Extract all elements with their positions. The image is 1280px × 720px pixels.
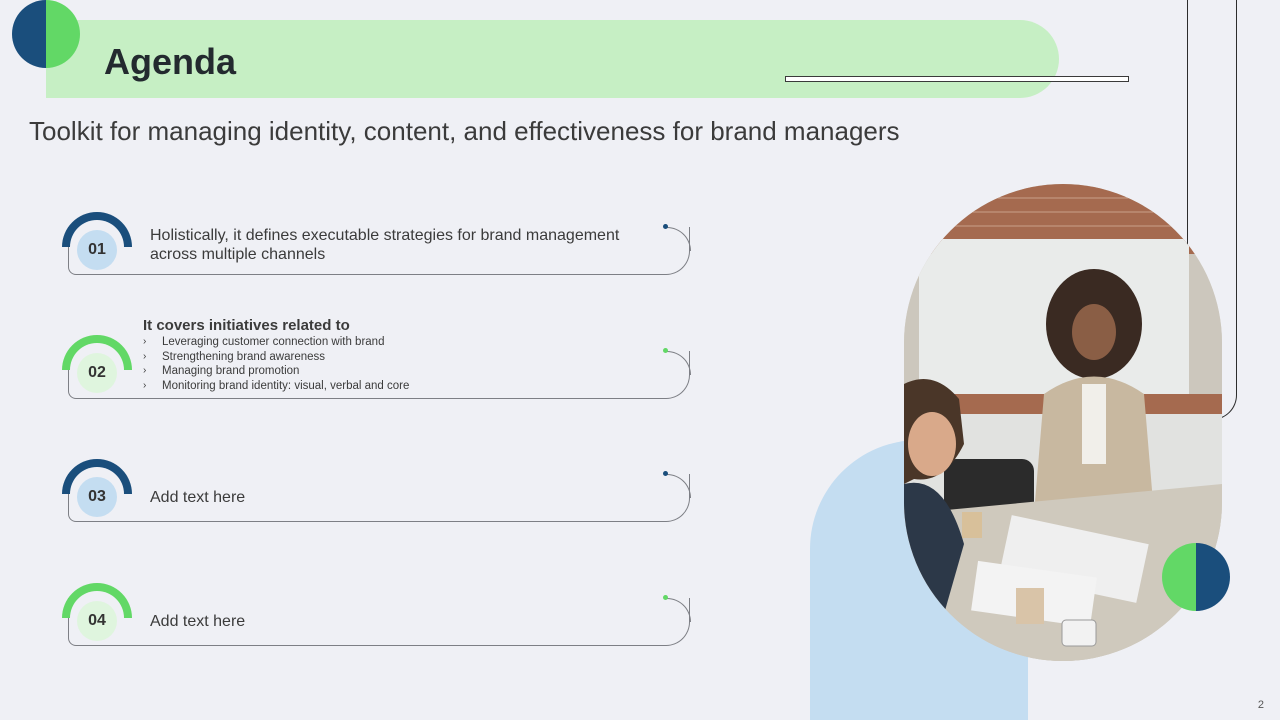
item-number-badge: 03 <box>77 477 117 517</box>
page-number: 2 <box>1257 699 1264 711</box>
split-circle-decoration-bottom <box>1162 543 1230 611</box>
agenda-item-text: Holistically, it defines executable stra… <box>150 227 620 263</box>
item-dot <box>663 348 668 353</box>
agenda-item-text: Add text here <box>150 489 246 506</box>
item-number-badge: 01 <box>77 230 117 270</box>
list-item: › Monitoring brand identity: visual, verb… <box>143 379 410 392</box>
item-number-badge: 02 <box>77 353 117 393</box>
item-dot <box>663 224 668 229</box>
item-dot <box>663 595 668 600</box>
list-item: › Managing brand promotion <box>143 365 300 377</box>
list-item: › Strengthening brand awareness <box>143 350 326 363</box>
agenda-item-text: Add text here <box>150 613 246 630</box>
bullet-list: › Leveraging customer connection with bra… <box>143 335 409 393</box>
agenda-item-heading: It covers initiatives related to <box>143 317 350 334</box>
item-number-badge: 04 <box>77 601 117 641</box>
item-dot <box>663 471 668 476</box>
page-title: Agenda <box>104 41 237 82</box>
split-circle-decoration <box>12 0 80 68</box>
page-subtitle: Toolkit for managing identity, content, … <box>29 116 900 146</box>
title-underline-bar <box>785 76 1129 82</box>
list-item: › Leveraging customer connection with bra… <box>143 336 385 348</box>
